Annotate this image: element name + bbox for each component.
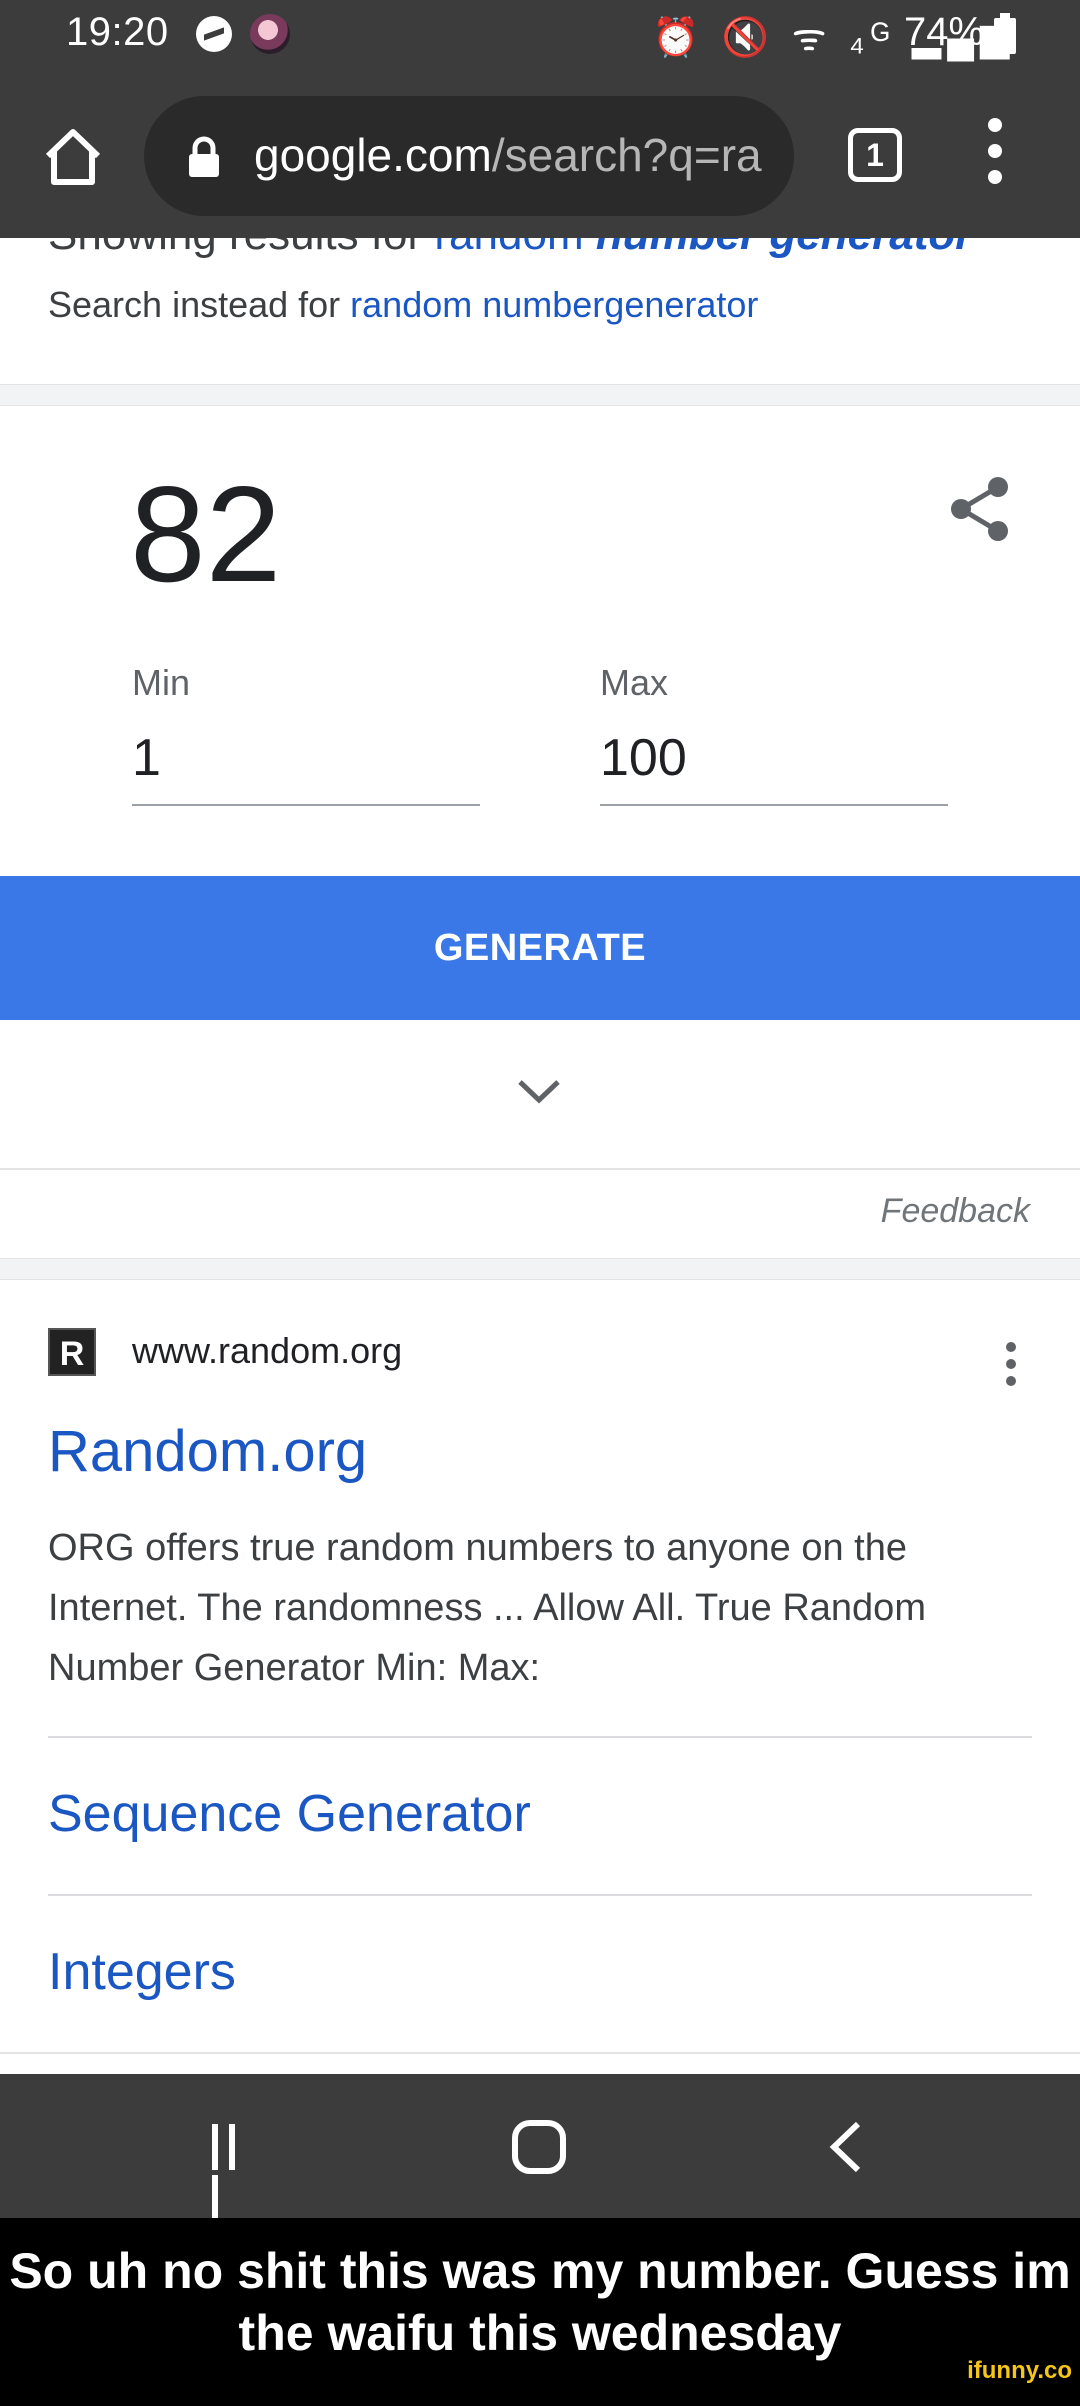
status-bar: 19:20 ⏰ 🔇 ᯤ ₄ᴳ ▂▄▆ 74%	[0, 0, 1080, 76]
url-domain: google.com	[254, 129, 492, 181]
min-label: Min	[132, 662, 191, 703]
random-number-result: 82	[130, 458, 282, 610]
lock-icon	[188, 136, 220, 178]
result-title-link[interactable]: Random.org	[48, 1418, 367, 1485]
share-icon[interactable]	[950, 476, 1010, 542]
sitelink-integers[interactable]: Integers	[48, 1942, 236, 2002]
nav-home-icon[interactable]	[512, 2120, 566, 2174]
max-input[interactable]: 100	[600, 728, 948, 806]
url-path: /search?q=ra	[491, 129, 762, 181]
overflow-menu-icon[interactable]	[980, 118, 1010, 196]
showing-results-text: Showing results for random number genera…	[48, 238, 972, 260]
battery-icon	[994, 13, 1016, 54]
page-content: Showing results for random number genera…	[0, 238, 1080, 2074]
feedback-link[interactable]: Feedback	[881, 1192, 1030, 1231]
url-text: google.com/search?q=ra	[254, 128, 762, 182]
tab-switcher-button[interactable]: 1	[848, 128, 902, 182]
search-instead-text: Search instead for random numbergenerato…	[48, 284, 758, 326]
battery-percentage: 74%	[904, 10, 985, 54]
address-bar[interactable]: google.com/search?q=ra	[144, 96, 794, 216]
min-input[interactable]: 1	[132, 728, 480, 806]
navigation-bar	[0, 2074, 1080, 2221]
widget-divider	[0, 1168, 1080, 1170]
section-separator	[0, 1258, 1080, 1280]
result-snippet: ORG offers true random numbers to anyone…	[48, 1527, 926, 1689]
messenger-icon	[196, 16, 232, 52]
site-favicon: R	[48, 1328, 96, 1376]
browser-toolbar: google.com/search?q=ra 1	[0, 76, 1080, 238]
chevron-down-icon[interactable]	[516, 1076, 562, 1106]
meme-caption: So uh no shit this was my number. Guess …	[0, 2218, 1080, 2406]
max-label: Max	[600, 662, 669, 703]
result-more-icon[interactable]	[1004, 1342, 1018, 1392]
section-separator	[0, 384, 1080, 406]
back-icon[interactable]	[826, 2120, 866, 2174]
showing-prefix: Showing results for	[48, 238, 434, 259]
app-avatar-icon	[250, 14, 290, 54]
search-instead-prefix: Search instead for	[48, 284, 351, 325]
recent-apps-icon[interactable]	[212, 2124, 260, 2221]
result-site-url[interactable]: www.random.org	[132, 1330, 402, 1372]
sitelink-divider	[48, 1894, 1032, 1896]
corrected-query-bold[interactable]: number generator	[596, 238, 973, 259]
caption-line-2: the waifu this wednesday	[238, 2305, 842, 2361]
sitelink-sequence-generator[interactable]: Sequence Generator	[48, 1784, 531, 1844]
original-query-link[interactable]: random numbergenerator	[350, 284, 758, 325]
corrected-query-link[interactable]: random	[434, 238, 595, 259]
generate-button[interactable]: GENERATE	[0, 876, 1080, 1020]
watermark: ifunny.co	[967, 2357, 1072, 2384]
home-icon[interactable]	[40, 124, 106, 190]
sitelink-divider	[48, 1736, 1032, 1738]
status-time: 19:20	[66, 10, 169, 54]
result-bottom-divider	[0, 2052, 1080, 2054]
caption-line-1: So uh no shit this was my number. Guess …	[9, 2243, 1071, 2299]
